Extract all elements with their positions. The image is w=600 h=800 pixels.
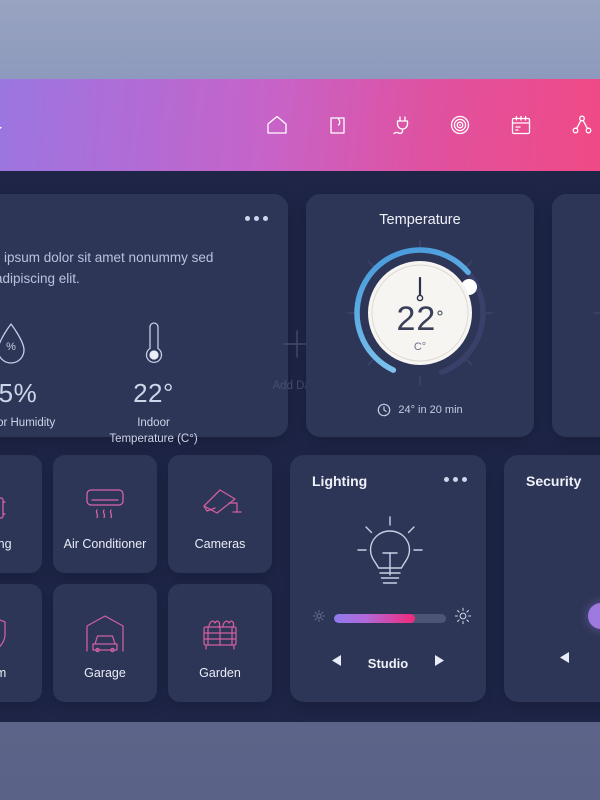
power-plug-icon[interactable] <box>385 111 413 139</box>
tile-air-conditioner[interactable]: Air Conditioner <box>53 455 157 573</box>
nav-icon-group <box>263 79 596 171</box>
power-dial[interactable]: 1 <box>591 238 600 388</box>
dashboard-top-row: Lorem ipsum dolor sit amet nonummy sed d… <box>0 194 600 445</box>
overview-card: Lorem ipsum dolor sit amet nonummy sed d… <box>0 194 320 445</box>
garden-planter-icon <box>195 606 245 662</box>
temperature-value: 22 <box>396 300 437 338</box>
air-conditioner-icon <box>79 477 131 533</box>
tile-garden[interactable]: Garden <box>168 584 272 702</box>
brightness-slider-fill <box>334 614 415 623</box>
stat-indoor-temperature[interactable]: 22° Indoor Temperature (C°) <box>105 312 202 447</box>
security-title: Security <box>526 473 582 489</box>
rooms-icon[interactable] <box>324 111 352 139</box>
temperature-degree-symbol: ° <box>436 307 444 328</box>
stat-value: 45% <box>0 378 38 408</box>
chevron-down-icon <box>0 127 2 136</box>
power-card: P <box>552 194 600 437</box>
temperature-dial[interactable]: 22° C° <box>345 238 495 388</box>
target-icon[interactable] <box>446 111 474 139</box>
tile-label: Cameras <box>194 537 246 551</box>
top-navigation-bar <box>0 79 600 171</box>
tile-label: Air Conditioner <box>63 537 147 551</box>
svg-text:%: % <box>6 341 16 353</box>
tile-alarm[interactable]: Alarm <box>0 584 42 702</box>
brightness-slider[interactable] <box>334 614 446 623</box>
page-backdrop-bottom <box>0 722 600 800</box>
lighting-more-options-button[interactable] <box>444 477 467 482</box>
share-nodes-icon[interactable] <box>568 111 596 139</box>
tile-heating[interactable]: Heating <box>0 455 42 573</box>
temperature-forecast: 24° in 20 min <box>306 403 534 417</box>
light-bulb-icon <box>312 503 468 607</box>
garage-car-icon <box>80 606 130 662</box>
stat-label: Indoor Temperature (C°) <box>109 417 198 446</box>
tile-label: Garden <box>199 666 241 680</box>
shield-check-icon <box>0 606 12 662</box>
security-card: Security <box>504 455 600 702</box>
brightness-slider-row <box>312 607 472 630</box>
tile-label: Heating <box>0 537 12 551</box>
device-tiles-grid: Heating Air Conditioner <box>0 455 272 702</box>
overview-more-options-button[interactable] <box>245 216 268 221</box>
tile-label: Alarm <box>0 666 7 680</box>
brightness-low-icon <box>312 609 326 628</box>
overview-stats-group: % 45% Outdoor Humidity 22° Indoor Tempe <box>0 312 345 447</box>
power-footer: Sav <box>552 405 600 417</box>
nav-left-control[interactable] <box>0 107 2 136</box>
temperature-forecast-text: 24° in 20 min <box>398 404 463 416</box>
clock-icon <box>378 403 391 417</box>
water-drop-icon: % <box>0 312 59 368</box>
calendar-icon[interactable] <box>507 111 535 139</box>
temperature-unit: C° <box>413 341 427 353</box>
room-prev-button[interactable] <box>331 654 342 672</box>
overview-description: Lorem ipsum dolor sit amet nonummy sed d… <box>0 250 214 286</box>
page-backdrop-top <box>0 0 600 79</box>
lighting-card: Lighting Studio <box>290 455 486 702</box>
stat-value: 22° <box>133 378 174 408</box>
lighting-room-name: Studio <box>367 655 409 671</box>
security-camera-icon <box>195 477 245 533</box>
lighting-room-selector: Studio <box>290 654 486 672</box>
dashboard-surface: Lorem ipsum dolor sit amet nonummy sed d… <box>0 171 600 722</box>
temperature-card: Temperature 22° C° 24° in 20 min <box>306 194 534 437</box>
brightness-high-icon <box>454 607 472 630</box>
stat-outdoor-humidity[interactable]: % 45% Outdoor Humidity <box>0 312 59 447</box>
security-prev-button[interactable] <box>559 651 570 669</box>
tile-label: Garage <box>84 666 126 680</box>
room-next-button[interactable] <box>434 654 445 672</box>
temperature-title: Temperature <box>379 212 461 228</box>
tile-cameras[interactable]: Cameras <box>168 455 272 573</box>
stat-label: Outdoor Humidity <box>0 417 56 429</box>
dashboard-bottom-row: Heating Air Conditioner <box>0 455 600 702</box>
radiator-icon <box>0 477 15 533</box>
thermometer-icon <box>105 312 202 368</box>
tile-garage[interactable]: Garage <box>53 584 157 702</box>
home-icon[interactable] <box>263 111 291 139</box>
security-dial-knob[interactable] <box>588 603 600 629</box>
